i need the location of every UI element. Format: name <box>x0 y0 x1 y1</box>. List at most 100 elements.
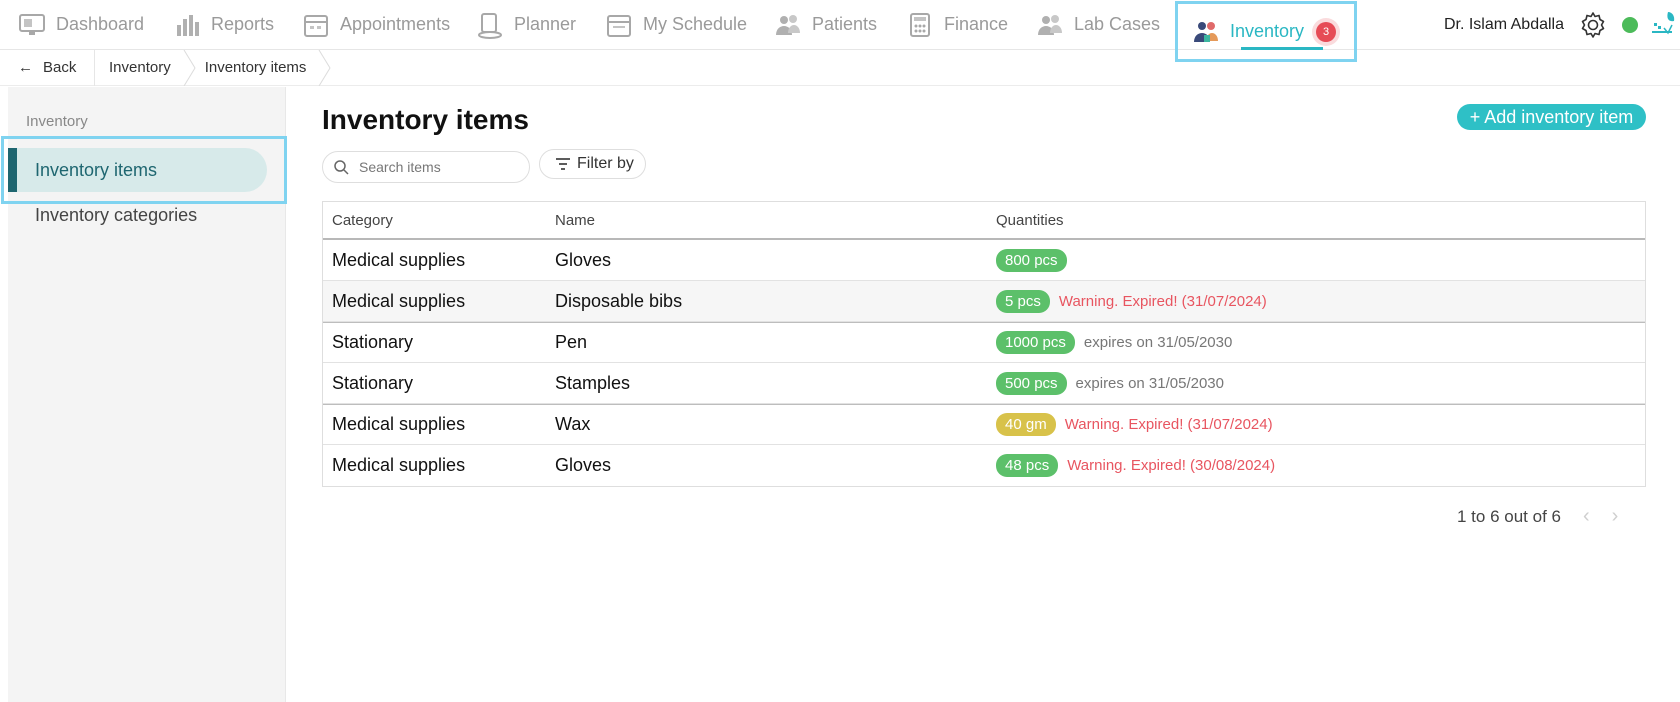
quantity-badge: 5 pcs <box>996 289 1050 313</box>
lab-icon <box>1036 11 1064 39</box>
cell-category: Medical supplies <box>332 290 466 311</box>
table-row[interactable]: Medical supplies Wax 40 gm Warning. Expi… <box>323 404 1645 445</box>
nav-appointments[interactable]: Appointments <box>302 0 450 50</box>
cell-category: Medical supplies <box>332 414 466 434</box>
cell-quantities: 40 gm Warning. Expired! (31/07/2024) <box>993 413 1645 436</box>
cell-category: Medical supplies <box>332 455 466 475</box>
breadcrumb-separator-icon <box>318 49 332 86</box>
search-input[interactable] <box>359 159 519 175</box>
bar-chart-icon <box>173 11 201 39</box>
filter-button[interactable]: Filter by <box>539 149 646 179</box>
breadcrumb-item-inventory[interactable]: Inventory <box>95 49 196 86</box>
table-header: Category Name Quantities <box>323 202 1645 240</box>
nav-dashboard-label: Dashboard <box>56 14 145 34</box>
inventory-icon <box>1192 18 1220 46</box>
chevron-left-icon[interactable]: ‹ <box>1583 505 1590 528</box>
gear-icon[interactable] <box>1578 10 1608 40</box>
user-area: Dr. Islam Abdalla <box>1444 0 1680 50</box>
quantity-badge: 48 pcs <box>996 454 1059 477</box>
nav-appointments-label: Appointments <box>340 14 451 34</box>
nav-my-schedule-label: My Schedule <box>643 14 748 34</box>
nav-patients-label: Patients <box>812 14 878 34</box>
cell-category: Stationary <box>332 332 414 352</box>
sidebar: Inventory Inventory items Inventory cate… <box>1 87 287 702</box>
notification-badge: 3 <box>1316 21 1337 42</box>
arrow-left-icon: ← <box>18 59 33 76</box>
nav-reports-label: Reports <box>211 14 275 34</box>
nav-planner-label: Planner <box>514 14 577 34</box>
cell-quantities: 5 pcs Warning. Expired! (31/07/2024) <box>993 289 1645 313</box>
expiry-note: expires on 31/05/2030 <box>1083 334 1233 351</box>
planner-icon <box>476 11 504 39</box>
column-header-quantities[interactable]: Quantities <box>993 212 1645 229</box>
cell-name: Gloves <box>555 455 612 475</box>
add-inventory-item-button[interactable]: + Add inventory item <box>1457 104 1646 130</box>
nav-inventory-label: Inventory <box>1230 21 1305 41</box>
breadcrumb-label: Inventory <box>109 59 171 76</box>
table-row[interactable]: Medical supplies Disposable bibs 5 pcs W… <box>323 281 1645 322</box>
inventory-table: Category Name Quantities Medical supplie… <box>322 201 1646 487</box>
quantity-badge: 1000 pcs <box>996 331 1075 354</box>
cell-name: Pen <box>555 332 588 352</box>
nav-my-schedule[interactable]: My Schedule <box>605 0 747 50</box>
quantity-badge: 40 gm <box>996 413 1056 436</box>
column-header-category[interactable]: Category <box>323 212 552 229</box>
cell-category: Stationary <box>332 372 414 393</box>
calculator-icon <box>906 11 934 39</box>
sidebar-item-label: Inventory categories <box>35 205 198 225</box>
calendar-icon <box>302 11 330 39</box>
filter-icon <box>556 158 570 170</box>
cell-quantities: 1000 pcs expires on 31/05/2030 <box>993 331 1645 354</box>
sidebar-item-label: Inventory items <box>35 159 158 180</box>
cell-name: Stamples <box>555 372 631 393</box>
table-row[interactable]: Stationary Pen 1000 pcs expires on 31/05… <box>323 322 1645 363</box>
chevron-right-icon[interactable]: › <box>1612 505 1619 528</box>
filter-label: Filter by <box>577 155 634 172</box>
cell-name: Disposable bibs <box>555 290 683 311</box>
sidebar-heading: Inventory <box>26 113 88 130</box>
cell-category: Medical supplies <box>332 249 466 270</box>
quantity-badge: 800 pcs <box>996 248 1067 272</box>
page-title: Inventory items <box>322 104 529 135</box>
cell-quantities: 800 pcs <box>993 248 1645 272</box>
user-name[interactable]: Dr. Islam Abdalla <box>1444 16 1564 34</box>
table-row[interactable]: Medical supplies Gloves 48 pcs Warning. … <box>323 445 1645 486</box>
nav-lab-cases[interactable]: Lab Cases <box>1036 0 1160 50</box>
nav-dashboard[interactable]: Dashboard <box>18 0 144 50</box>
schedule-icon <box>605 11 633 39</box>
nav-finance-label: Finance <box>944 14 1009 34</box>
cell-name: Gloves <box>555 249 612 270</box>
table-row[interactable]: Stationary Stamples 500 pcs expires on 3… <box>323 363 1645 404</box>
breadcrumb-label: Inventory items <box>204 59 307 76</box>
expiry-note: expires on 31/05/2030 <box>1075 374 1224 392</box>
back-button[interactable]: ← Back <box>0 49 95 86</box>
sidebar-item-inventory-items[interactable]: Inventory items <box>8 148 267 192</box>
clinic-logo-icon <box>1646 8 1680 42</box>
nav-patients[interactable]: Patients <box>774 0 877 50</box>
cell-quantities: 500 pcs expires on 31/05/2030 <box>993 371 1645 395</box>
sidebar-item-inventory-categories[interactable]: Inventory categories <box>35 205 197 226</box>
cell-name: Wax <box>555 414 591 434</box>
search-icon <box>334 160 349 175</box>
table-row[interactable]: Medical supplies Gloves 800 pcs <box>323 240 1645 281</box>
quantity-badge: 500 pcs <box>996 371 1067 395</box>
monitor-icon <box>18 11 46 39</box>
breadcrumb: ← Back Inventory Inventory items <box>0 49 1680 86</box>
back-label: Back <box>43 59 77 76</box>
cell-quantities: 48 pcs Warning. Expired! (30/08/2024) <box>993 454 1645 477</box>
nav-reports[interactable]: Reports <box>173 0 274 50</box>
users-icon <box>774 11 802 39</box>
nav-planner[interactable]: Planner <box>476 0 576 50</box>
pagination: 1 to 6 out of 6 ‹ › <box>1457 505 1618 528</box>
breadcrumb-item-inventory-items[interactable]: Inventory items <box>191 49 332 86</box>
online-status-dot <box>1622 17 1638 33</box>
column-header-name[interactable]: Name <box>552 212 993 229</box>
expiry-warning: Warning. Expired! (30/08/2024) <box>1067 457 1276 474</box>
search-box[interactable] <box>322 151 530 183</box>
expiry-warning: Warning. Expired! (31/07/2024) <box>1058 292 1267 310</box>
nav-lab-cases-label: Lab Cases <box>1074 14 1161 34</box>
top-navigation: Dashboard Reports Appointments Planner M… <box>0 0 1680 62</box>
pagination-summary: 1 to 6 out of 6 <box>1457 506 1561 526</box>
expiry-warning: Warning. Expired! (31/07/2024) <box>1064 416 1273 433</box>
nav-finance[interactable]: Finance <box>906 0 1008 50</box>
